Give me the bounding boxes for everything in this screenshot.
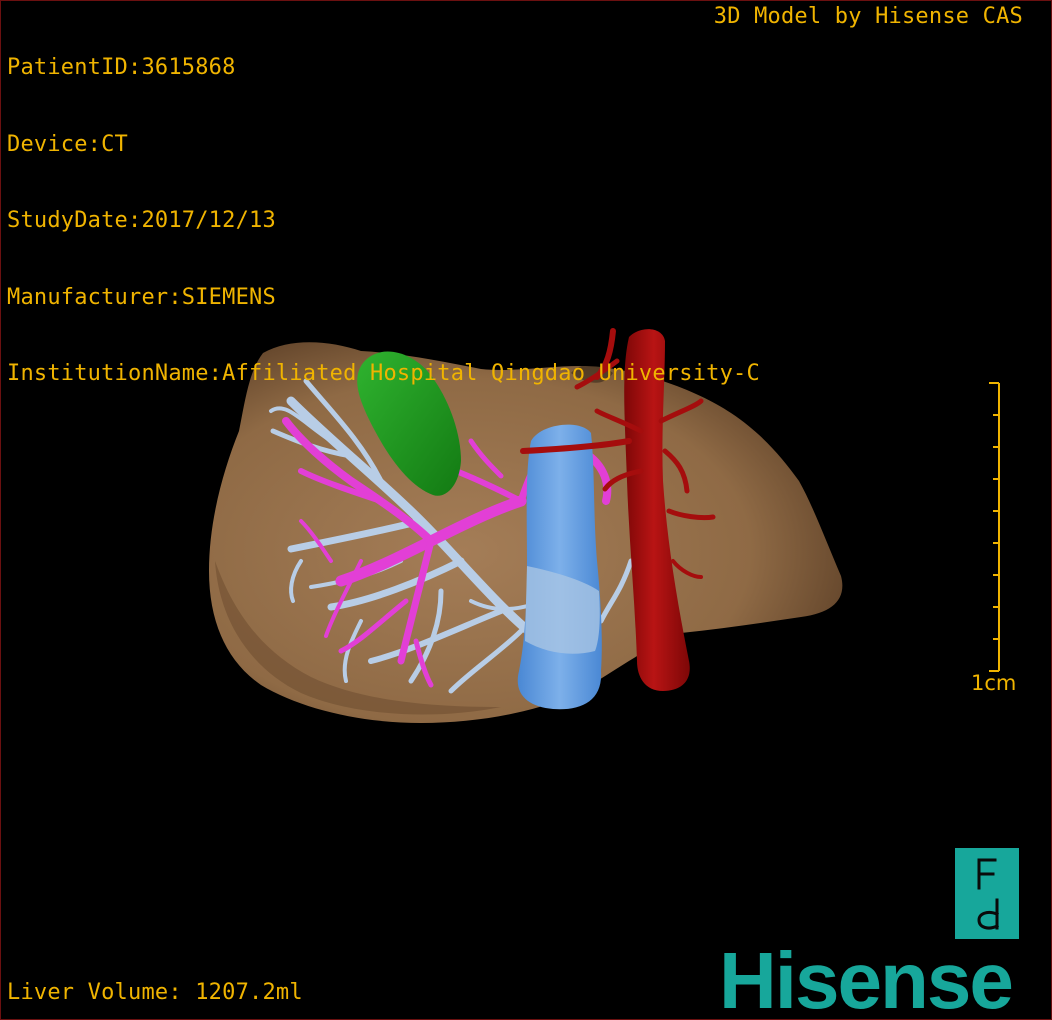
institution-name: InstitutionName:Affiliated Hospital Qing… <box>7 361 760 386</box>
patient-metadata: PatientID:3615868 Device:CT StudyDate:20… <box>7 4 760 438</box>
3d-model-viewport[interactable]: PatientID:3615868 Device:CT StudyDate:20… <box>0 0 1052 1020</box>
liver-volume: Liver Volume: 1207.2ml <box>7 979 303 1005</box>
study-date: StudyDate:2017/12/13 <box>7 208 276 233</box>
model-credit: 3D Model by Hisense CAS <box>713 4 1023 29</box>
fd-logo-icon <box>955 848 1019 939</box>
patient-id: PatientID:3615868 <box>7 55 236 80</box>
scale-bar <box>989 382 1000 672</box>
inferior-vena-cava <box>517 424 602 710</box>
device: Device:CT <box>7 131 129 157</box>
hisense-logo: Hisense <box>719 936 1014 1020</box>
scale-bar-label: 1cm <box>971 671 1017 695</box>
manufacturer: Manufacturer:SIEMENS <box>7 284 276 310</box>
